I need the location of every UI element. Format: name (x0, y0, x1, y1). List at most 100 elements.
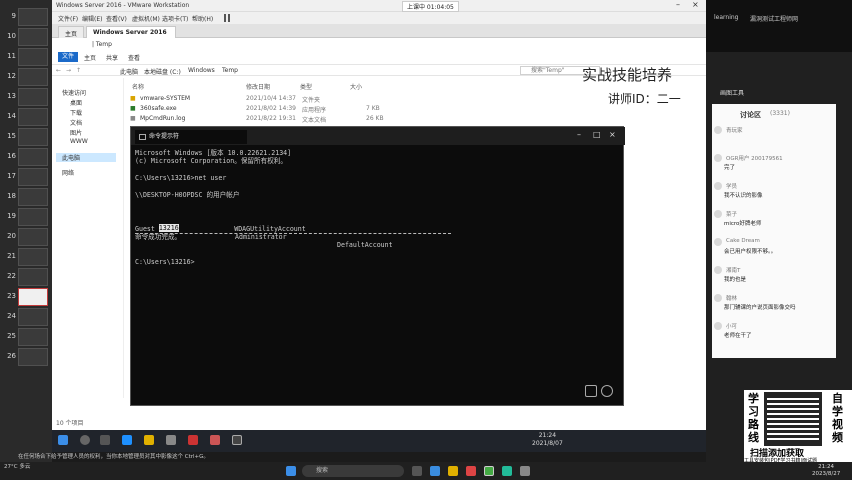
class-timer-banner: 上课中 01:04:05 (402, 1, 459, 12)
slide-thumbnail[interactable] (18, 268, 48, 286)
close-icon[interactable]: × (609, 130, 616, 139)
weather-widget[interactable]: 27°C 多云 (4, 464, 30, 471)
avatar (714, 322, 722, 330)
close-icon[interactable]: × (692, 0, 699, 9)
slide-thumbnail[interactable] (18, 128, 48, 146)
forward-icon[interactable]: → (66, 67, 71, 74)
slide-thumbnail[interactable] (18, 208, 48, 226)
chat-author: 青玩家 (726, 128, 743, 134)
vmware-icon[interactable] (484, 466, 494, 476)
pause-icon[interactable] (224, 14, 230, 22)
edge-icon[interactable] (430, 466, 440, 476)
app-icon[interactable] (466, 466, 476, 476)
cmd-prompt[interactable]: C:\Users\13216> (135, 258, 195, 266)
host-clock: 21:24 2023/8/27 (812, 464, 840, 478)
column-name[interactable]: 名称 (132, 82, 144, 91)
separator-line (135, 233, 451, 234)
menu-vm[interactable]: 虚拟机(M) (132, 14, 160, 23)
app-icon[interactable] (188, 435, 198, 445)
slide-thumbnail[interactable] (18, 288, 48, 306)
folder-icon[interactable] (448, 466, 458, 476)
host-date: 2023/8/27 (812, 471, 841, 477)
ribbon-tab-home[interactable]: 主页 (84, 53, 96, 62)
menu-help[interactable]: 帮助(H) (192, 14, 213, 23)
menu-tabs[interactable]: 选项卡(T) (162, 14, 188, 23)
nav-this-pc[interactable]: 此电脑 (56, 153, 116, 162)
cmd-line: \\DESKTOP-H0OPDSC 的用户帐户 (135, 191, 240, 199)
ie-icon[interactable] (122, 435, 132, 445)
breadcrumb-c-drive[interactable]: 本地磁盘 (C:) (144, 67, 181, 76)
app-icon[interactable] (520, 466, 530, 476)
ribbon-tab-file[interactable]: 文件 (58, 52, 79, 62)
refresh-icon[interactable] (601, 385, 613, 397)
slide-thumbnail[interactable] (18, 48, 48, 66)
nav-quick-access[interactable]: 快速访问 (62, 88, 86, 97)
back-icon[interactable]: ← (56, 67, 61, 74)
column-size[interactable]: 大小 (350, 82, 362, 91)
slide-thumbnail[interactable] (18, 108, 48, 126)
slide-thumbnail[interactable] (18, 88, 48, 106)
mic-icon[interactable] (585, 385, 597, 397)
draw-tool-label[interactable]: 画图工具 (720, 88, 744, 97)
menu-view[interactable]: 查看(V) (106, 14, 127, 23)
file-row[interactable]: ■ 360safe.exe 2021/8/02 14:39 应用程序 7 KB (130, 105, 390, 114)
cmd-titlebar: 命令提示符 – □ × (131, 127, 625, 145)
slide-thumbnail[interactable] (18, 188, 48, 206)
app-icon[interactable] (502, 466, 512, 476)
nav-pictures[interactable]: 图片 (70, 128, 82, 137)
ribbon-tab-share[interactable]: 共享 (106, 53, 118, 62)
nav-www[interactable]: WWW (70, 138, 88, 145)
maximize-icon[interactable]: □ (593, 130, 601, 139)
ribbon-tab-view[interactable]: 查看 (128, 53, 140, 62)
slide-thumbnail[interactable] (18, 228, 48, 246)
promo-right-text: 自学视频 (832, 392, 843, 444)
breadcrumb-temp[interactable]: Temp (222, 67, 238, 74)
menu-edit[interactable]: 编辑(E) (82, 14, 102, 23)
menu-file[interactable]: 文件(F) (58, 14, 78, 23)
start-icon[interactable] (286, 466, 296, 476)
breadcrumb-windows[interactable]: Windows (188, 67, 215, 74)
nav-network[interactable]: 网络 (62, 168, 74, 177)
cmd-icon[interactable] (232, 435, 242, 445)
nav-downloads[interactable]: 下载 (70, 108, 82, 117)
tab-windows-server[interactable]: Windows Server 2016 (86, 26, 176, 38)
slide-thumbnail[interactable] (18, 168, 48, 186)
folder-icon[interactable] (144, 435, 154, 445)
slide-thumbnail[interactable] (18, 68, 48, 86)
command-prompt-window[interactable]: 命令提示符 – □ × Microsoft Windows [版本 10.0.2… (130, 126, 625, 406)
column-date[interactable]: 修改日期 (246, 82, 270, 91)
column-type[interactable]: 类型 (300, 82, 312, 91)
breadcrumb-this-pc[interactable]: 此电脑 (120, 67, 138, 76)
slide-thumbnail[interactable] (18, 8, 48, 26)
nav-desktop[interactable]: 桌面 (70, 98, 82, 107)
tab-learning[interactable]: learning (714, 14, 738, 21)
app-icon[interactable] (210, 435, 220, 445)
minimize-icon[interactable]: – (577, 130, 581, 139)
search-input[interactable]: 搜索 (302, 465, 404, 477)
task-view-icon[interactable] (412, 466, 422, 476)
tab-home[interactable]: 主页 (58, 26, 85, 38)
start-icon[interactable] (58, 435, 68, 445)
slide-thumbnail[interactable] (18, 148, 48, 166)
explorer-title: | Temp (92, 41, 112, 48)
slide-thumbnail[interactable] (18, 28, 48, 46)
search-icon[interactable] (80, 435, 90, 445)
user-administrator: Administrator (235, 232, 287, 241)
tab-site[interactable]: 漏洞测试工程师网 (750, 14, 810, 23)
slide-thumbnail[interactable] (18, 308, 48, 326)
minimize-icon[interactable]: – (676, 0, 680, 9)
nav-documents[interactable]: 文档 (70, 118, 82, 127)
task-view-icon[interactable] (100, 435, 110, 445)
slide-thumbnail[interactable] (18, 348, 48, 366)
server-manager-icon[interactable] (166, 435, 176, 445)
chat-author: 小可 (726, 324, 738, 330)
exe-icon: ■ (130, 105, 136, 112)
cmd-tab[interactable]: 命令提示符 (135, 130, 247, 144)
file-row[interactable]: ■ vmware-SYSTEM 2021/10/4 14:37 文件夹 (130, 95, 390, 104)
slide-thumbnail[interactable] (18, 328, 48, 346)
chat-author: Cake Dream (726, 238, 760, 244)
file-date: 2021/8/22 19:31 (246, 115, 296, 122)
file-row[interactable]: ■ MpCmdRun.log 2021/8/22 19:31 文本文档 26 K… (130, 115, 390, 124)
slide-thumbnail[interactable] (18, 248, 48, 266)
up-icon[interactable]: ↑ (76, 67, 81, 74)
